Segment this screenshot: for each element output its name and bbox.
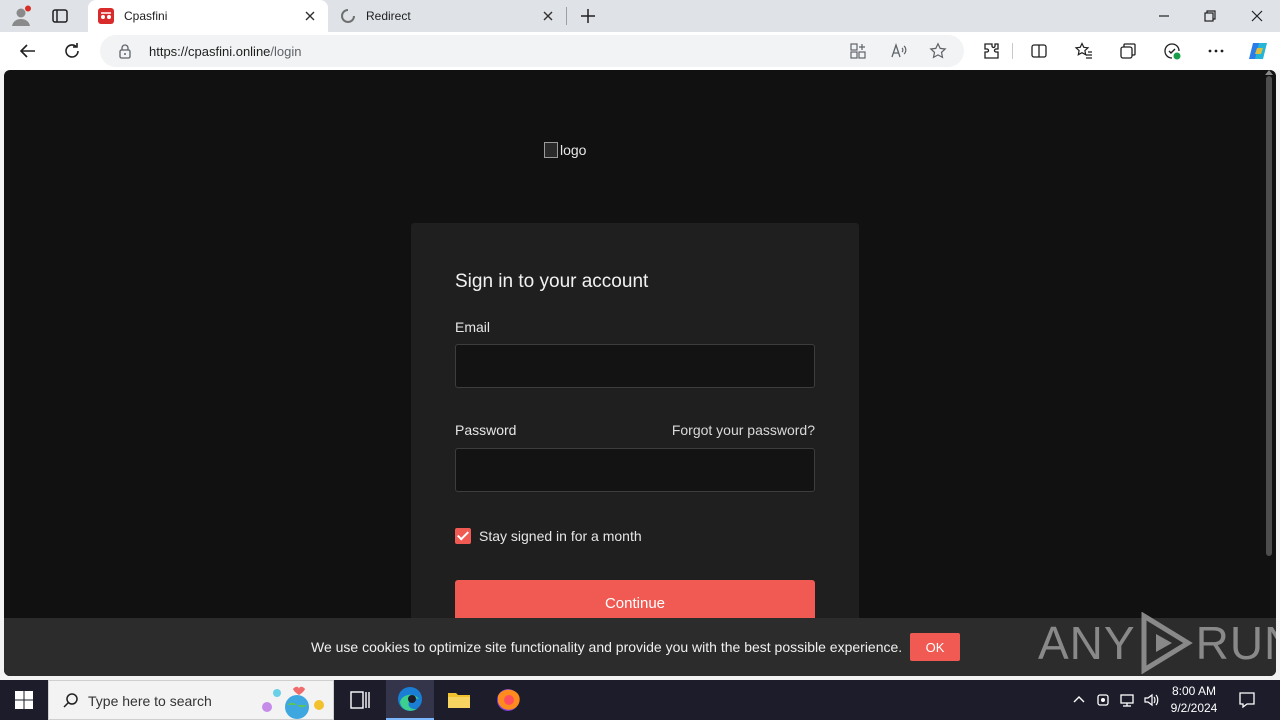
tab-separator — [566, 7, 567, 25]
meet-now-icon[interactable] — [1095, 692, 1111, 708]
toolbar-divider — [1012, 43, 1013, 59]
extensions-icon[interactable] — [981, 41, 1001, 61]
logo-alt-text: logo — [560, 142, 587, 158]
cpasfini-favicon — [98, 8, 114, 24]
lock-icon[interactable] — [117, 43, 133, 59]
watermark-left: ANY — [1038, 617, 1136, 669]
close-window-icon[interactable] — [1247, 6, 1267, 26]
url-path: /login — [270, 44, 302, 59]
anyrun-watermark: ANY RUN — [1038, 610, 1276, 676]
tab-redirect[interactable]: Redirect — [330, 0, 566, 32]
email-field[interactable] — [455, 344, 815, 388]
site-logo: logo — [544, 142, 586, 158]
loading-spinner-icon — [341, 9, 355, 23]
watermark-right: RUN — [1195, 617, 1276, 669]
page-title: Sign in to your account — [455, 271, 649, 292]
search-placeholder: Type here to search — [88, 693, 212, 709]
play-triangle-icon — [1141, 612, 1193, 674]
clock-date: 9/2/2024 — [1170, 701, 1218, 715]
stay-signed-in-row[interactable]: Stay signed in for a month — [455, 528, 642, 544]
profile-avatar-icon[interactable] — [10, 5, 32, 27]
tab-strip: Cpasfini Redirect — [0, 0, 1280, 32]
address-bar[interactable]: https://cpasfini.online/login — [100, 35, 964, 67]
forgot-password-link[interactable]: Forgot your password? — [672, 422, 815, 438]
page-viewport: logo Sign in to your account Email Passw… — [4, 70, 1276, 676]
volume-icon[interactable] — [1143, 692, 1159, 708]
stay-signed-in-checkbox[interactable] — [455, 528, 471, 544]
favorites-icon[interactable] — [1074, 41, 1094, 61]
tab-title: Cpasfini — [124, 9, 168, 23]
new-tab-icon[interactable] — [578, 6, 598, 26]
favorite-star-icon[interactable] — [929, 42, 947, 60]
tab-actions-icon[interactable] — [50, 6, 70, 26]
minimize-icon[interactable] — [1154, 6, 1174, 26]
read-aloud-icon[interactable] — [890, 42, 908, 60]
search-highlight-illustration-icon — [262, 686, 324, 719]
url-text[interactable]: https://cpasfini.online/login — [149, 44, 301, 59]
scrollbar-thumb[interactable] — [1266, 76, 1272, 556]
firefox-icon[interactable] — [484, 680, 532, 720]
back-arrow-icon[interactable] — [18, 41, 38, 61]
restore-icon[interactable] — [1200, 6, 1220, 26]
clock-time: 8:00 AM — [1171, 684, 1217, 698]
password-label: Password — [455, 422, 517, 438]
scroll-up-arrow-icon[interactable] — [1265, 70, 1273, 75]
cookie-ok-button[interactable]: OK — [910, 633, 960, 661]
app-available-icon[interactable] — [849, 42, 867, 60]
split-screen-icon[interactable] — [1029, 41, 1049, 61]
notifications-icon[interactable] — [1238, 691, 1256, 709]
cookie-text: We use cookies to optimize site function… — [311, 639, 903, 655]
tab-cpasfini[interactable]: Cpasfini — [88, 0, 328, 32]
password-field[interactable] — [455, 448, 815, 492]
login-card: Sign in to your account Email Password F… — [411, 223, 859, 676]
edge-browser-icon — [398, 687, 422, 711]
copilot-icon[interactable] — [1247, 40, 1269, 62]
taskbar-edge-button[interactable] — [386, 680, 434, 720]
taskbar-clock[interactable]: 8:00 AM 9/2/2024 — [1160, 683, 1228, 717]
taskbar-search-box[interactable]: Type here to search — [48, 680, 334, 720]
close-tab-icon[interactable] — [302, 8, 318, 24]
collections-icon[interactable] — [1118, 41, 1138, 61]
network-icon[interactable] — [1119, 692, 1135, 708]
more-options-icon[interactable] — [1206, 41, 1226, 61]
search-icon — [63, 693, 78, 708]
windows-taskbar: Type here to search 8:00 AM 9/2/2024 — [0, 680, 1280, 720]
close-tab-icon[interactable] — [540, 8, 556, 24]
file-explorer-icon[interactable] — [435, 680, 483, 720]
windows-start-icon[interactable] — [14, 690, 34, 710]
broken-image-icon — [544, 142, 558, 158]
stay-signed-in-label[interactable]: Stay signed in for a month — [479, 528, 642, 544]
email-label: Email — [455, 319, 491, 335]
browser-toolbar: https://cpasfini.online/login — [0, 32, 1280, 70]
refresh-icon[interactable] — [62, 41, 82, 61]
url-host: https://cpasfini.online — [149, 44, 271, 59]
browser-essentials-icon[interactable] — [1162, 41, 1182, 61]
task-view-icon[interactable] — [336, 680, 384, 720]
tab-title: Redirect — [366, 9, 411, 23]
chevron-up-icon[interactable] — [1071, 692, 1087, 708]
